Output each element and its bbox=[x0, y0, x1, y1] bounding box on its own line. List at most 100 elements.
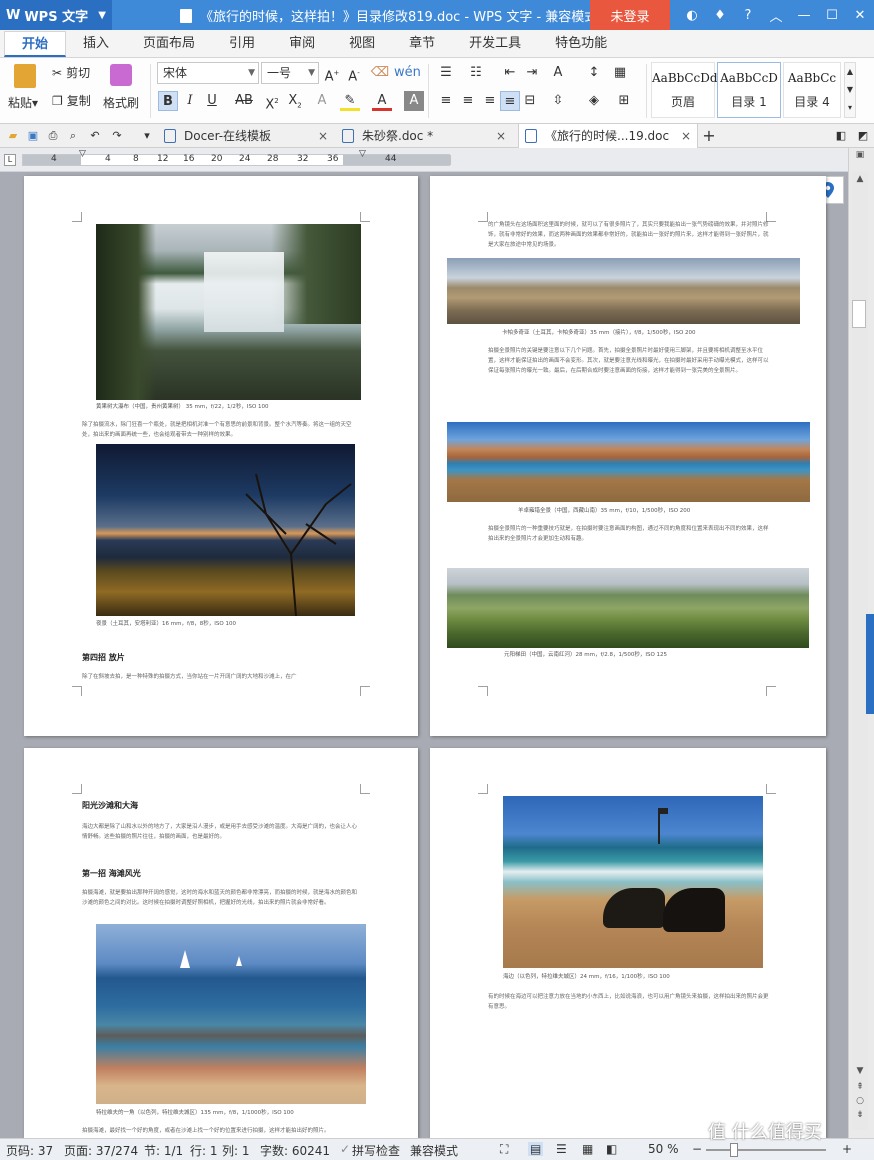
side-panel-tab[interactable] bbox=[866, 614, 874, 714]
italic-icon[interactable]: I bbox=[180, 91, 200, 111]
char-shading-icon[interactable]: A bbox=[404, 91, 424, 111]
font-size-select[interactable]: 一号 ▼ bbox=[261, 62, 319, 84]
superscript-icon[interactable]: X2 bbox=[262, 91, 282, 112]
change-case-icon[interactable]: A bbox=[548, 63, 568, 83]
cut-button[interactable]: ✂ 剪切 bbox=[52, 64, 90, 81]
prev-page-icon[interactable]: ⇞ bbox=[852, 1082, 868, 1096]
undo-icon[interactable]: ↶ bbox=[88, 129, 102, 143]
tab-review[interactable]: 审阅 bbox=[272, 31, 332, 57]
redo-icon[interactable]: ↷ bbox=[110, 129, 124, 143]
next-page-icon[interactable]: ⇟ bbox=[852, 1110, 868, 1124]
align-center-icon[interactable]: ≡ bbox=[458, 91, 478, 111]
spell-check-button[interactable]: 拼写检查 bbox=[352, 1142, 400, 1159]
close-tab-icon[interactable]: × bbox=[496, 124, 506, 148]
print-preview-icon[interactable]: ⌕ bbox=[66, 129, 80, 143]
underline-icon[interactable]: U bbox=[202, 91, 222, 111]
increase-indent-icon[interactable]: ⇥ bbox=[522, 63, 542, 83]
zoom-slider-handle[interactable] bbox=[730, 1143, 738, 1157]
paste-icon[interactable] bbox=[14, 64, 36, 88]
open-icon[interactable]: ▰ bbox=[6, 129, 20, 143]
select-browse-icon[interactable]: ○ bbox=[852, 1096, 868, 1110]
scroll-thumb[interactable] bbox=[852, 300, 866, 328]
grow-font-icon[interactable]: A+ bbox=[322, 63, 342, 84]
page-39[interactable]: 阳光沙滩和大海 海边大都是除了山和水以外的地方了，大家是沿人漫步，或是用手去感受… bbox=[24, 748, 418, 1138]
paste-button[interactable]: 粘贴 ▾ bbox=[8, 94, 38, 111]
text-effect-icon[interactable]: A bbox=[312, 91, 332, 111]
indent-marker[interactable]: ▽ bbox=[79, 149, 86, 159]
scroll-up-icon[interactable]: ▲ bbox=[852, 174, 868, 188]
reading-view-icon[interactable]: ◧ bbox=[606, 1142, 617, 1156]
font-name-select[interactable]: 宋体 ▼ bbox=[157, 62, 259, 84]
paragraph-spacing-icon[interactable]: ⇳ bbox=[548, 91, 568, 111]
save-icon[interactable]: ▣ bbox=[26, 129, 40, 143]
scroll-down-icon[interactable]: ▼ bbox=[852, 1066, 868, 1080]
tab-stop-selector[interactable]: L bbox=[4, 154, 16, 166]
tab-developer[interactable]: 开发工具 bbox=[452, 31, 538, 57]
tab-home[interactable]: 开始 bbox=[4, 31, 67, 57]
strikethrough-icon[interactable]: AB bbox=[230, 91, 258, 111]
align-right-icon[interactable]: ≡ bbox=[480, 91, 500, 111]
format-painter-icon[interactable] bbox=[110, 64, 132, 86]
style-toc-1[interactable]: AaBbCcD 目录 1 bbox=[717, 62, 781, 118]
close-doc-icon[interactable]: ◩ bbox=[856, 129, 870, 143]
skin-icon[interactable]: ◐ bbox=[678, 8, 706, 23]
collapse-ribbon-icon[interactable]: ︿ bbox=[762, 6, 790, 25]
quick-access-dropdown-icon[interactable]: ▾ bbox=[140, 129, 154, 143]
horizontal-ruler[interactable]: 4 4 8 12 16 20 24 28 32 36 44 ▽ ▽ bbox=[22, 149, 451, 166]
new-tab-icon[interactable]: + bbox=[702, 128, 716, 144]
line-spacing-icon[interactable]: ↕ bbox=[584, 63, 604, 83]
doc-tab-zhushaji[interactable]: 朱砂祭.doc * × bbox=[336, 124, 512, 148]
shirt-icon[interactable]: ♦ bbox=[706, 8, 734, 23]
status-word-count[interactable]: 字数: 60241 bbox=[260, 1142, 330, 1159]
shrink-font-icon[interactable]: A- bbox=[344, 63, 364, 84]
page-40[interactable]: 海边（以色列，特拉维夫城区）24 mm，f/16，1/100秒，ISO 100 … bbox=[430, 748, 826, 1138]
print-icon[interactable]: ⎙ bbox=[46, 129, 60, 143]
shading-icon[interactable]: ◈ bbox=[584, 91, 604, 111]
tab-special[interactable]: 特色功能 bbox=[538, 31, 624, 57]
decrease-indent-icon[interactable]: ⇤ bbox=[500, 63, 520, 83]
tab-view[interactable]: 视图 bbox=[332, 31, 392, 57]
copy-button[interactable]: ❐ 复制 bbox=[52, 92, 91, 109]
minimize-icon[interactable]: — bbox=[790, 8, 818, 23]
style-toc-4[interactable]: AaBbCc 目录 4 bbox=[783, 62, 841, 118]
status-page-number[interactable]: 页码: 37 bbox=[6, 1142, 53, 1159]
justify-icon[interactable]: ≡ bbox=[500, 91, 520, 111]
doc-tab-current[interactable]: 《旅行的时候...19.doc × bbox=[518, 124, 698, 148]
style-gallery-scroll[interactable]: ▲ ▼ ▾ bbox=[844, 62, 856, 118]
doc-tab-docer[interactable]: Docer-在线模板 × bbox=[158, 124, 334, 148]
distributed-align-icon[interactable]: ⊟ bbox=[520, 91, 540, 111]
bullet-list-icon[interactable]: ☰ bbox=[436, 63, 456, 83]
page-37[interactable]: 黄果树大瀑布（中国，贵州黄果树） 35 mm，f/22，1/2秒，ISO 100… bbox=[24, 176, 418, 736]
web-view-icon[interactable]: ▦ bbox=[582, 1142, 593, 1156]
zoom-in-icon[interactable]: + bbox=[842, 1142, 852, 1156]
right-indent-marker[interactable]: ▽ bbox=[359, 149, 366, 159]
outline-view-icon[interactable]: ☰ bbox=[556, 1142, 567, 1156]
table-icon[interactable]: ▦ bbox=[610, 63, 630, 83]
numbered-list-icon[interactable]: ☷ bbox=[466, 63, 486, 83]
phonetic-icon[interactable]: wén bbox=[394, 63, 421, 83]
page-38[interactable]: 的广角镜头在这场面积这里面的时候，就可以了有很多照片了，其实只要我能拍出一张气势… bbox=[430, 176, 826, 736]
tab-page-layout[interactable]: 页面布局 bbox=[126, 31, 212, 57]
page-view-icon[interactable]: ▤ bbox=[528, 1142, 544, 1156]
app-menu-button[interactable]: W WPS 文字 ▼ bbox=[0, 0, 112, 30]
border-icon[interactable]: ⊞ bbox=[614, 91, 634, 111]
maximize-icon[interactable]: ☐ bbox=[818, 8, 846, 23]
zoom-slider[interactable] bbox=[706, 1149, 826, 1151]
close-icon[interactable]: ✕ bbox=[846, 8, 874, 23]
tab-references[interactable]: 引用 bbox=[212, 31, 272, 57]
subscript-icon[interactable]: X2 bbox=[285, 91, 305, 111]
focus-mode-icon[interactable]: ⛶ bbox=[500, 1142, 508, 1157]
tab-section[interactable]: 章节 bbox=[392, 31, 452, 57]
zoom-level[interactable]: 50 % bbox=[648, 1142, 679, 1156]
clear-format-icon[interactable]: ⌫ bbox=[370, 63, 390, 83]
task-pane-icon[interactable]: ▣ bbox=[852, 150, 868, 164]
align-left-icon[interactable]: ≡ bbox=[436, 91, 456, 111]
style-header[interactable]: AaBbCcDd 页眉 bbox=[651, 62, 718, 118]
font-color-icon[interactable]: A bbox=[372, 91, 392, 111]
login-button[interactable]: 未登录 bbox=[590, 0, 670, 30]
zoom-out-icon[interactable]: − bbox=[692, 1142, 702, 1156]
close-tab-icon[interactable]: × bbox=[318, 124, 328, 148]
format-painter-button[interactable]: 格式刷 bbox=[103, 94, 139, 111]
help-icon[interactable]: ? bbox=[734, 8, 762, 23]
highlight-icon[interactable]: ✎ bbox=[340, 91, 360, 111]
